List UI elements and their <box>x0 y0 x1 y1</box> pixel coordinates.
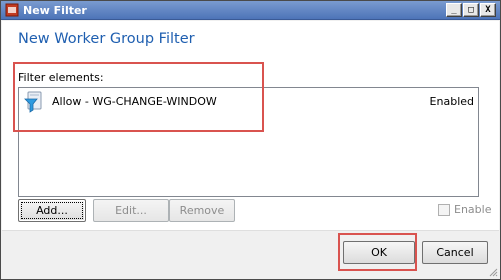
enable-checkbox-box[interactable] <box>438 203 450 216</box>
maximize-button[interactable]: □ <box>463 3 479 17</box>
cancel-button-label: Cancel <box>436 246 474 259</box>
list-item-status: Enabled <box>429 95 474 108</box>
highlight-box-filter-elements <box>13 62 264 132</box>
minimize-button[interactable]: _ <box>446 3 462 17</box>
add-button[interactable]: Add... <box>18 199 86 222</box>
add-button-label: Add... <box>36 204 68 217</box>
remove-button[interactable]: Remove <box>169 199 235 222</box>
app-icon <box>5 3 19 17</box>
enable-checkbox[interactable]: Enable <box>438 203 491 216</box>
minimize-icon: _ <box>451 4 457 15</box>
close-button[interactable]: X <box>480 3 496 17</box>
enable-checkbox-label: Enable <box>454 203 492 216</box>
dialog-body: New Worker Group Filter Filter elements:… <box>2 21 499 230</box>
close-icon: X <box>485 4 491 15</box>
cancel-button[interactable]: Cancel <box>422 241 488 264</box>
highlight-box-ok <box>338 233 417 271</box>
title-bar[interactable]: New Filter _ □ X <box>1 1 500 20</box>
resize-grip-icon[interactable] <box>488 267 498 277</box>
edit-button[interactable]: Edit... <box>93 199 169 222</box>
maximize-icon: □ <box>468 4 474 15</box>
new-filter-window: New Filter _ □ X New Worker Group Filter… <box>0 0 501 280</box>
edit-button-label: Edit... <box>115 204 147 217</box>
window-title: New Filter <box>23 4 87 17</box>
remove-button-label: Remove <box>179 204 225 217</box>
dialog-heading: New Worker Group Filter <box>18 31 195 47</box>
